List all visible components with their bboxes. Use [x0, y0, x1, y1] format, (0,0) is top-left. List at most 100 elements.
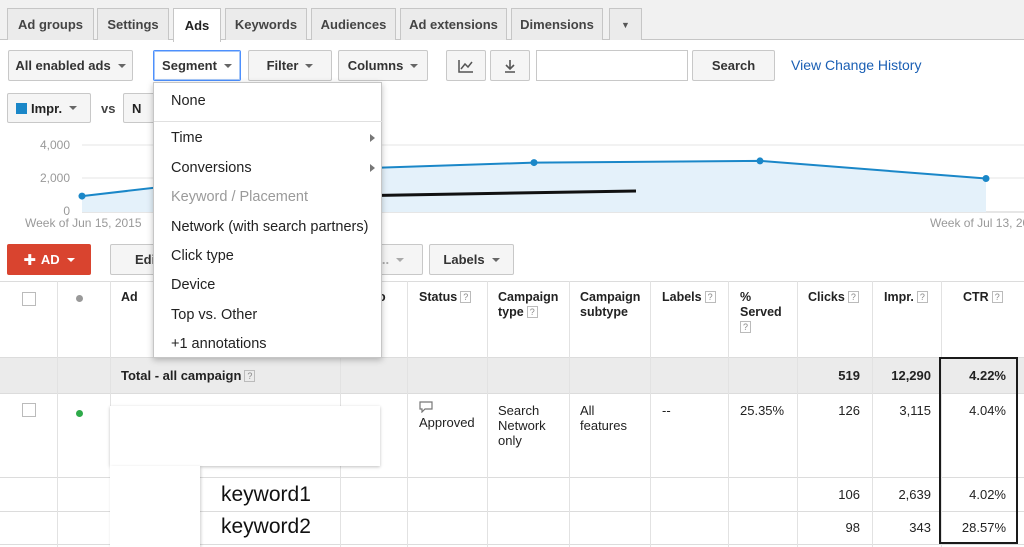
column-header-ad[interactable]: Ad — [121, 290, 138, 305]
columns-button[interactable]: Columns — [338, 50, 428, 81]
status-cell: Approved — [419, 401, 475, 430]
row-divider — [0, 393, 1024, 394]
column-divider — [569, 281, 570, 547]
tab-more-button[interactable]: ▼ — [609, 8, 642, 40]
column-header-campaign-type[interactable]: Campaign type? — [498, 290, 566, 320]
segment-menu: None Time Conversions Keyword / Placemen… — [153, 82, 383, 358]
filter-button[interactable]: Filter — [248, 50, 332, 81]
help-icon[interactable]: ? — [704, 291, 716, 303]
y-tick-label: 2,000 — [40, 171, 70, 185]
help-icon[interactable]: ? — [526, 306, 538, 318]
help-icon[interactable]: ? — [916, 291, 928, 303]
total-label-text: Total - all campaign — [121, 368, 242, 383]
data-point[interactable] — [530, 159, 538, 167]
line-chart-icon — [458, 59, 473, 73]
search-button[interactable]: Search — [692, 50, 775, 81]
x-tick-label-end: Week of Jul 13, 20 — [930, 216, 1024, 230]
data-point[interactable] — [982, 175, 990, 182]
speech-bubble-icon[interactable] — [419, 401, 433, 413]
plus-icon: ✚ — [23, 251, 36, 269]
select-all-checkbox[interactable] — [22, 292, 36, 306]
segment-option-top-vs-other[interactable]: Top vs. Other — [154, 302, 383, 328]
tab-audiences[interactable]: Audiences — [311, 8, 396, 40]
redaction-block — [110, 406, 380, 466]
view-change-history-link[interactable]: View Change History — [791, 57, 921, 73]
keyword-label: keyword2 — [221, 515, 311, 538]
column-header-ctr[interactable]: CTR? — [963, 290, 1003, 305]
campaign-subtype-cell: All features — [580, 403, 627, 433]
columns-label: Columns — [347, 58, 404, 73]
arrow-shaft — [341, 189, 637, 198]
clicks-cell: 106 — [838, 487, 860, 502]
data-point[interactable] — [78, 192, 86, 200]
segment-button[interactable]: Segment — [153, 50, 241, 81]
campaign-type-cell: Search Network only — [498, 403, 546, 448]
column-header-campaign-subtype[interactable]: Campaign subtype — [580, 290, 646, 320]
download-button[interactable] — [490, 50, 530, 81]
row-checkbox[interactable] — [22, 403, 36, 417]
add-ad-button[interactable]: ✚ AD — [7, 244, 91, 275]
column-header-served[interactable]: % Served? — [740, 290, 790, 335]
total-clicks: 519 — [838, 368, 860, 383]
caret-down-icon — [305, 63, 314, 68]
column-header-impr[interactable]: Impr.? — [884, 290, 928, 305]
labels-button-label: Labels — [443, 252, 485, 267]
enabled-status-dot-icon — [76, 410, 83, 417]
tab-dimensions[interactable]: Dimensions — [511, 8, 603, 40]
total-impr: 12,290 — [891, 368, 931, 383]
primary-metric-dropdown[interactable]: Impr. — [7, 93, 91, 123]
help-icon[interactable]: ? — [847, 291, 859, 303]
column-header-labels[interactable]: Labels? — [662, 290, 716, 305]
tab-ad-groups[interactable]: Ad groups — [7, 8, 94, 40]
segment-label: Segment — [162, 58, 217, 73]
y-tick-label: 4,000 — [40, 138, 70, 152]
option-label: None — [171, 93, 206, 109]
help-icon[interactable]: ? — [460, 291, 472, 303]
download-icon — [505, 59, 515, 73]
chevron-right-icon — [370, 134, 375, 142]
data-point[interactable] — [756, 157, 764, 165]
chart-toggle-button[interactable] — [446, 50, 486, 81]
option-label: Conversions — [171, 160, 252, 176]
segment-option-network[interactable]: Network (with search partners) — [154, 214, 383, 240]
status-dot-header-icon — [76, 295, 83, 302]
header-text: CTR — [963, 290, 989, 304]
help-icon[interactable]: ? — [740, 321, 752, 333]
column-divider — [650, 281, 651, 547]
column-header-status[interactable]: Status? — [419, 290, 472, 305]
header-text: Clicks — [808, 290, 845, 304]
tab-ads[interactable]: Ads — [173, 8, 221, 42]
tab-ad-extensions[interactable]: Ad extensions — [400, 8, 507, 40]
series-color-swatch — [16, 102, 27, 114]
tab-settings[interactable]: Settings — [97, 8, 169, 40]
segment-option-click-type[interactable]: Click type — [154, 243, 383, 269]
caret-down-icon — [66, 257, 75, 262]
column-divider — [797, 281, 798, 547]
impr-cell: 2,639 — [898, 487, 931, 502]
column-header-clicks[interactable]: Clicks? — [808, 290, 859, 305]
all-enabled-ads-dropdown[interactable]: All enabled ads — [8, 50, 133, 81]
filter-label: Filter — [266, 58, 299, 73]
tab-keywords[interactable]: Keywords — [225, 8, 307, 40]
help-icon[interactable]: ? — [991, 291, 1003, 303]
help-icon[interactable]: ? — [244, 370, 256, 382]
caret-down-icon — [396, 257, 405, 262]
option-label: Device — [171, 277, 216, 293]
segment-option-none[interactable]: None — [154, 88, 383, 114]
add-ad-label: AD — [40, 252, 60, 267]
segment-option-conversions[interactable]: Conversions — [154, 155, 383, 181]
segment-option-device[interactable]: Device — [154, 272, 383, 298]
segment-option-keyword-placement: Keyword / Placement — [154, 184, 383, 210]
segment-option-plus-one-annotations[interactable]: +1 annotations — [154, 331, 383, 357]
column-divider — [407, 281, 408, 547]
header-text: % Served — [740, 290, 782, 319]
caret-down-icon — [491, 257, 500, 262]
total-row-label: Total - all campaign? — [121, 368, 256, 383]
labels-button[interactable]: Labels — [429, 244, 514, 275]
caret-down-icon — [117, 63, 126, 68]
search-input[interactable] — [536, 50, 688, 81]
column-divider — [728, 281, 729, 547]
segment-option-time[interactable]: Time — [154, 125, 383, 151]
clicks-cell: 126 — [838, 403, 860, 418]
caret-down-icon — [69, 106, 78, 110]
